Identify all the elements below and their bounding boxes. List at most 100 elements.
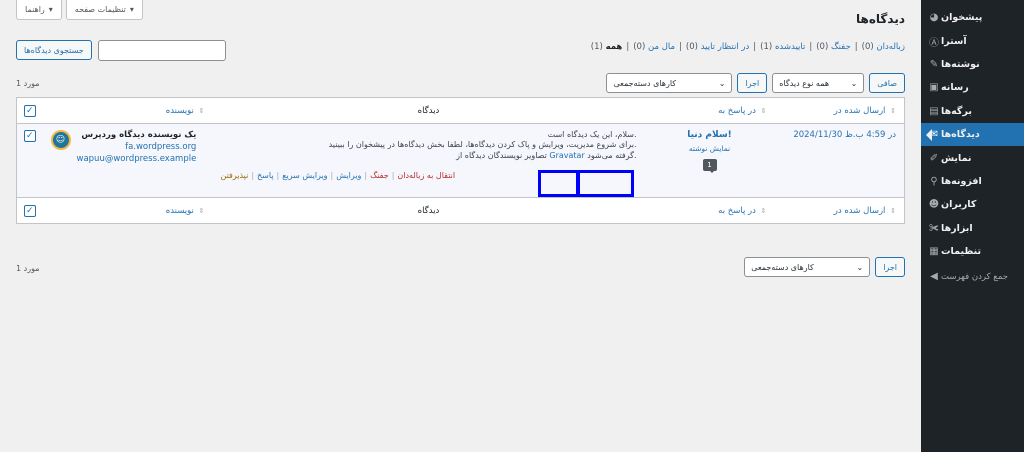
bulk-actions-select[interactable]: کارهای دسته‌جمعی ⌄ <box>606 73 733 93</box>
author-email-link[interactable]: wapuu@wordpress.example <box>77 154 197 164</box>
tablenav-bottom: کارهای دسته‌جمعی ⌄ اجرا <box>744 257 905 277</box>
help-label: راهنما <box>25 5 45 14</box>
sidebar-item-label: برگه‌ها <box>941 105 972 117</box>
comment-line-2: برای شروع مدیریت، ویرایش و پاک کردن دیدگ… <box>328 140 637 150</box>
comment-type-select[interactable]: همه نوع دیدگاه ⌄ <box>772 73 865 93</box>
select-all-checkbox-cell: ✓ <box>16 97 43 124</box>
avatar: ☺ <box>50 130 71 150</box>
row-checkbox[interactable]: ✓ <box>23 130 36 142</box>
sidebar-item-label: تنظیمات <box>941 246 982 258</box>
response-post-link[interactable]: سلام دنیا! <box>653 130 767 140</box>
sidebar-item-pages[interactable]: ▤ برگه‌ها <box>921 100 1024 123</box>
bulk-actions-select-bottom[interactable]: کارهای دسته‌جمعی ⌄ <box>744 257 871 277</box>
sidebar-item-astra[interactable]: Ⓐ آسترا <box>921 29 1024 52</box>
pin-icon: ✎ <box>929 58 939 70</box>
column-author-footer[interactable]: نویسنده ⇕ <box>42 197 213 224</box>
comment-line-3-prefix: تصاویر نویسندگان دیدگاه از <box>456 150 547 160</box>
bulk-apply-button[interactable]: اجرا <box>737 73 768 93</box>
edit-link[interactable]: ویرایش <box>336 171 361 180</box>
filter-button[interactable]: صافی <box>869 73 905 93</box>
comments-table: ✓ نویسنده ⇕ دیدگاه در پاسخ به ⇕ ارسال شد… <box>16 97 905 224</box>
filter-all[interactable]: همه (1) <box>591 42 623 52</box>
quick-edit-link[interactable]: ویرایش سریع <box>282 171 327 180</box>
filter-all-label: همه <box>605 42 623 52</box>
dashboard-icon: ◕ <box>929 12 939 24</box>
filter-trash[interactable]: زباله‌دان (0) <box>862 42 905 52</box>
author-url-link[interactable]: fa.wordpress.org <box>77 142 196 152</box>
gravatar-link[interactable]: Gravatar <box>549 151 584 160</box>
comment-type-value: همه نوع دیدگاه <box>779 78 830 88</box>
sidebar-item-dashboard[interactable]: ◕ پیشخوان <box>921 6 1024 29</box>
column-response[interactable]: در پاسخ به ⇕ <box>644 97 775 124</box>
media-icon: ▣ <box>929 82 939 94</box>
column-response-footer[interactable]: در پاسخ به ⇕ <box>644 197 775 224</box>
sort-icon: ⇕ <box>198 106 205 115</box>
bulk-actions-bottom-value: کارهای دسته‌جمعی <box>751 262 814 272</box>
sidebar-item-media[interactable]: ▣ رسانه <box>921 76 1024 99</box>
sidebar-item-label: افزونه‌ها <box>941 175 982 187</box>
filter-pending[interactable]: در انتظار تایید (0) <box>686 42 749 52</box>
column-date-footer[interactable]: ارسال شده در ⇕ <box>774 197 905 224</box>
astra-icon: Ⓐ <box>929 37 939 49</box>
sidebar-item-appearance[interactable]: ✐ نمایش <box>921 146 1024 169</box>
column-author-footer-label: نویسنده <box>165 205 194 216</box>
column-date-label: ارسال شده در <box>833 105 886 116</box>
comment-cell: سلام، این یک دیدگاه است. برای شروع مدیری… <box>213 124 645 198</box>
trash-link[interactable]: انتقال به زباله‌دان <box>397 171 455 180</box>
collapse-icon: ◀ <box>930 271 938 283</box>
help-tab-button[interactable]: راهنما ▾ <box>16 0 62 20</box>
sidebar-item-label: نوشته‌ها <box>941 58 980 70</box>
collapse-menu-button[interactable]: ◀ جمع کردن فهرست <box>921 265 1024 288</box>
item-count-bottom: 1 مورد <box>16 264 40 273</box>
filter-spam-label: جفنگ <box>831 42 851 52</box>
search-box: جستجوی دیدگاه‌ها <box>16 40 226 61</box>
sidebar-item-settings[interactable]: ▦ تنظیمات <box>921 240 1024 263</box>
sidebar-item-label: ابزارها <box>941 222 973 234</box>
comment-text: سلام، این یک دیدگاه است. برای شروع مدیری… <box>221 130 637 161</box>
sidebar-item-label: نمایش <box>941 152 972 164</box>
caret-down-icon: ▾ <box>129 5 134 14</box>
sidebar-item-plugins[interactable]: ⚲ افزونه‌ها <box>921 170 1024 193</box>
filter-approved-label: تاییدشده <box>774 42 806 52</box>
comment-count-bubble[interactable]: 1 <box>702 159 717 173</box>
reply-link[interactable]: پاسخ <box>257 171 274 180</box>
admin-menu: ◕ پیشخوان Ⓐ آسترا ✎ نوشته‌ها ▣ رسانه ▤ برگه‌ها ✉ دی… <box>921 0 1024 289</box>
screen-options-button[interactable]: تنظیمات صفحه ▾ <box>65 0 143 20</box>
sidebar-item-tools[interactable]: ✀ ابزارها <box>921 217 1024 240</box>
search-input[interactable] <box>97 40 226 61</box>
column-date[interactable]: ارسال شده در ⇕ <box>774 97 905 124</box>
sort-icon: ⇕ <box>760 206 767 215</box>
column-comment-footer: دیدگاه <box>212 197 645 224</box>
chevron-down-icon: ⌄ <box>850 78 858 88</box>
bulk-apply-button-bottom[interactable]: اجرا <box>875 257 905 277</box>
filter-spam[interactable]: جفنگ (0) <box>816 42 851 52</box>
author-cell: ☺ یک نویسنده دیدگاه وردپرس fa.wordpress.… <box>43 124 213 198</box>
sidebar-item-users[interactable]: ☻ کاربران <box>921 193 1024 216</box>
select-all-checkbox-footer[interactable]: ✓ <box>23 204 36 217</box>
sidebar-item-comments[interactable]: ✉ دیدگاه‌ها <box>921 122 1024 147</box>
comment-line-3: تصاویر نویسندگان دیدگاه از Gravatar گرفت… <box>221 150 636 161</box>
appearance-icon: ✐ <box>929 152 939 164</box>
column-response-label: در پاسخ به <box>718 105 756 116</box>
filter-trash-label: زباله‌دان <box>876 42 905 52</box>
comment-date-link[interactable]: 2024/11/30 در 4:59 ب.ظ <box>793 130 896 140</box>
sidebar-item-pin[interactable]: ✎ نوشته‌ها <box>921 53 1024 76</box>
sidebar-item-label: آسترا <box>941 35 967 47</box>
sort-icon: ⇕ <box>198 206 205 215</box>
search-comments-button[interactable]: جستجوی دیدگاه‌ها <box>16 40 92 60</box>
column-response-footer-label: در پاسخ به <box>718 205 756 216</box>
row-actions: نپذیرفتن | پاسخ | ویرایش سریع | ویرایش |… <box>220 171 456 181</box>
author-info: یک نویسنده دیدگاه وردپرس fa.wordpress.or… <box>77 130 197 164</box>
sort-icon: ⇕ <box>890 206 896 215</box>
select-all-checkbox-cell-footer: ✓ <box>16 197 43 224</box>
select-all-checkbox[interactable]: ✓ <box>23 104 36 117</box>
main-content: راهنما ▾ تنظیمات صفحه ▾ دیدگاه‌ها همه (1) … <box>0 0 921 452</box>
filter-mine[interactable]: مال من (0) <box>633 42 675 52</box>
filter-spam-count: (0) <box>816 42 829 52</box>
filter-all-count: (1) <box>590 42 603 52</box>
unapprove-link[interactable]: نپذیرفتن <box>221 171 249 180</box>
filter-approved[interactable]: تاییدشده (1) <box>760 42 805 52</box>
view-post-link[interactable]: نمایش نوشته <box>653 144 767 153</box>
spam-link[interactable]: جفنگ <box>370 171 389 180</box>
column-author[interactable]: نویسنده ⇕ <box>42 97 213 124</box>
